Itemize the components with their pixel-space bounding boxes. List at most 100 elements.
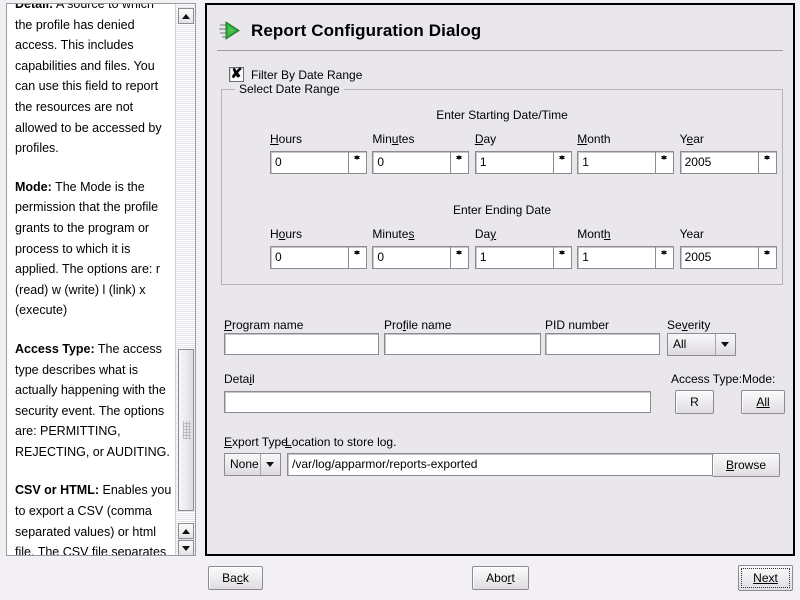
pid-number-field-group: PID number — [545, 318, 660, 355]
detail-input[interactable] — [224, 391, 651, 413]
end-hours-spinner[interactable]: 0 — [270, 246, 367, 269]
filter-by-date-range-checkbox[interactable]: ✘ Filter By Date Range — [229, 67, 362, 82]
start-year-cell: Year 2005 — [680, 132, 779, 174]
filter-by-date-range-label: Filter By Date Range — [251, 68, 362, 82]
starting-date-heading: Enter Starting Date/Time — [222, 108, 782, 122]
end-minutes-value: 0 — [377, 250, 384, 264]
pid-number-label: PID number — [545, 318, 660, 333]
program-name-input[interactable] — [224, 333, 379, 355]
start-day-label: Day — [475, 132, 574, 147]
start-hours-value: 0 — [275, 155, 282, 169]
scroll-down-icon[interactable] — [178, 540, 194, 556]
start-month-cell: Month 1 — [577, 132, 676, 174]
page-title: Report Configuration Dialog — [251, 21, 481, 41]
end-day-value: 1 — [480, 250, 487, 264]
filters-row: Program name Profile name PID number Sev… — [207, 315, 797, 360]
end-minutes-spinner[interactable]: 0 — [372, 246, 469, 269]
severity-select[interactable]: All — [667, 333, 736, 356]
help-term-csv-html: CSV or HTML: — [15, 483, 99, 497]
start-minutes-value: 0 — [377, 155, 384, 169]
start-month-label: Month — [577, 132, 676, 147]
detail-row: Detail Access Type: R Mode: All — [207, 370, 797, 418]
end-month-spinner[interactable]: 1 — [577, 246, 674, 269]
start-minutes-label: Minutes — [372, 132, 471, 147]
application-window: Detail: A source to which the profile ha… — [0, 0, 800, 600]
mode-button[interactable]: All — [741, 390, 785, 414]
location-value: /var/log/apparmor/reports-exported — [292, 457, 477, 471]
start-month-value: 1 — [582, 155, 589, 169]
start-hours-spinner[interactable]: 0 — [270, 151, 367, 174]
help-term-access-type: Access Type: — [15, 342, 95, 356]
chevron-down-icon[interactable] — [715, 334, 735, 355]
end-hours-cell: Hours 0 — [270, 227, 369, 269]
report-configuration-dialog: Report Configuration Dialog ✘ Filter By … — [205, 3, 795, 556]
checkbox-box-icon[interactable]: ✘ — [229, 67, 244, 82]
back-button[interactable]: Back — [208, 566, 263, 590]
next-label: Next — [753, 571, 778, 585]
end-day-spinner[interactable]: 1 — [475, 246, 572, 269]
scroll-up-icon-bottom[interactable] — [178, 523, 194, 539]
start-day-cell: Day 1 — [475, 132, 574, 174]
scroll-up-icon[interactable] — [178, 8, 194, 24]
ending-date-heading: Enter Ending Date — [222, 203, 782, 217]
end-month-cell: Month 1 — [577, 227, 676, 269]
export-type-select[interactable]: None — [224, 453, 281, 476]
end-minutes-label: Minutes — [372, 227, 471, 242]
severity-field-group: Severity All — [667, 318, 742, 356]
end-hours-label: Hours — [270, 227, 369, 242]
end-month-label: Month — [577, 227, 676, 242]
severity-label: Severity — [667, 318, 742, 333]
end-hours-value: 0 — [275, 250, 282, 264]
help-panel-scrollbar[interactable] — [175, 4, 195, 555]
starting-date-fields: Hours 0 Minutes 0 — [222, 132, 782, 174]
end-minutes-cell: Minutes 0 — [372, 227, 471, 269]
start-month-spinner[interactable]: 1 — [577, 151, 674, 174]
export-type-label: Export Type — [224, 435, 288, 449]
start-minutes-spinner[interactable]: 0 — [372, 151, 469, 174]
mode-value: All — [756, 395, 769, 409]
program-name-field-group: Program name — [224, 318, 379, 355]
next-button[interactable]: Next — [738, 565, 793, 591]
help-body-access-type: The access type describes what is actual… — [15, 342, 170, 459]
end-day-label: Day — [475, 227, 574, 242]
back-label: Back — [222, 571, 249, 585]
help-paragraph-access-type: Access Type: The access type describes w… — [15, 339, 173, 463]
start-hours-label: Hours — [270, 132, 369, 147]
severity-value: All — [673, 337, 686, 351]
start-day-spinner[interactable]: 1 — [475, 151, 572, 174]
abort-label: Abort — [486, 571, 515, 585]
export-type-value: None — [230, 457, 259, 471]
start-year-spinner[interactable]: 2005 — [680, 151, 777, 174]
location-to-store-log-label: Location to store log. — [285, 435, 396, 449]
scrollbar-thumb[interactable] — [178, 349, 194, 511]
end-month-value: 1 — [582, 250, 589, 264]
export-row: Export Type Location to store log. None … — [207, 433, 797, 483]
start-minutes-cell: Minutes 0 — [372, 132, 471, 174]
export-type-select-group: None — [224, 453, 281, 476]
title-divider — [217, 50, 783, 51]
green-arrow-logo-icon — [217, 18, 243, 44]
end-day-cell: Day 1 — [475, 227, 574, 269]
help-body-detail: A source to which the profile has denied… — [15, 3, 162, 155]
profile-name-input[interactable] — [384, 333, 541, 355]
end-year-spinner[interactable]: 2005 — [680, 246, 777, 269]
abort-button[interactable]: Abort — [472, 566, 529, 590]
detail-label: Detail — [224, 372, 255, 386]
help-text-panel: Detail: A source to which the profile ha… — [6, 3, 196, 556]
mode-label: Mode: — [742, 372, 775, 386]
help-term-detail: Detail: — [15, 3, 53, 11]
start-day-value: 1 — [480, 155, 487, 169]
scrollbar-grip-icon — [183, 421, 191, 439]
pid-number-input[interactable] — [545, 333, 660, 355]
next-button-focus-ring: Next — [741, 568, 790, 588]
ending-date-fields: Hours 0 Minutes 0 — [222, 227, 782, 269]
help-term-mode: Mode: — [15, 180, 52, 194]
browse-button[interactable]: Browse — [712, 453, 780, 477]
location-input[interactable]: /var/log/apparmor/reports-exported — [287, 453, 715, 476]
help-paragraph-detail: Detail: A source to which the profile ha… — [15, 3, 173, 159]
dialog-header: Report Configuration Dialog — [217, 14, 481, 48]
help-paragraph-mode: Mode: The Mode is the permission that th… — [15, 177, 173, 321]
select-date-range-groupbox: Select Date Range Enter Starting Date/Ti… — [221, 89, 783, 285]
access-type-button[interactable]: R — [675, 390, 714, 414]
chevron-down-icon[interactable] — [260, 454, 280, 475]
